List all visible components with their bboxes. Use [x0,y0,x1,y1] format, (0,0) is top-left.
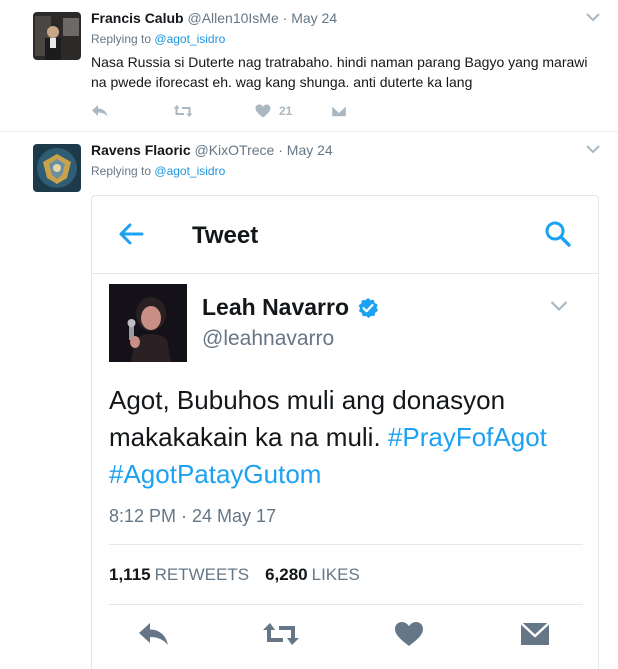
replying-to: Replying to @agot_isidro [91,32,225,46]
embedded-handle: @leahnavarro [202,327,335,350]
separator: · [282,10,288,26]
embedded-stats: 1,115 RETWEETS 6,280 LIKES [109,544,583,605]
back-arrow-icon [119,223,144,245]
search-icon [545,221,571,247]
username[interactable]: @KixOTrece [195,142,275,158]
tweet-ravens-flaoric[interactable]: Ravens Flaoric @KixOTrece · May 24 Reply… [0,132,618,669]
replying-prefix: Replying to [91,32,152,46]
embedded-fullname: Leah Navarro [202,294,350,320]
timestamp[interactable]: May 24 [291,10,337,26]
hashtag-link: #PrayFofAgot [387,422,547,452]
replying-to: Replying to @agot_isidro [91,164,225,178]
retweets-count: 1,115 [109,564,151,584]
retweet-icon [263,623,299,645]
chevron-down-icon[interactable] [586,144,600,154]
username[interactable]: @Allen10IsMe [187,10,278,26]
embedded-actions [92,621,598,661]
mention-link[interactable]: @agot_isidro [154,32,225,46]
embedded-header-title: Tweet [192,222,259,249]
retweet-button[interactable] [173,100,193,122]
chevron-down-icon [550,301,568,312]
avatar[interactable] [33,12,81,60]
tweet-header: Ravens Flaoric @KixOTrece · May 24 [91,142,333,158]
separator: · [278,142,283,158]
hashtag-link: #AgotPatayGutom [109,459,322,489]
replying-prefix: Replying to [91,164,152,178]
tweet-header: Francis Calub @Allen10IsMe · May 24 [91,10,337,26]
fullname[interactable]: Ravens Flaoric [91,142,191,158]
likes-count: 6,280 [265,564,308,584]
retweets-label: RETWEETS [154,564,250,584]
embedded-timestamp: 8:12 PM · 24 May 17 [109,506,277,526]
embedded-avatar [109,284,187,362]
avatar[interactable] [33,144,81,192]
heart-icon [395,622,423,646]
like-button[interactable]: 21 [255,100,292,122]
embedded-header-bar: Tweet [92,196,598,274]
heart-icon [255,104,271,118]
retweet-icon [173,105,193,117]
embedded-name: Leah Navarro [202,294,379,321]
tweet-text: Nasa Russia si Duterte nag tratrabaho. h… [91,54,588,90]
envelope-icon [520,622,550,645]
embedded-tweet-screenshot[interactable]: Tweet Leah Navarro @leahnavarro Agot, Bu… [91,195,599,669]
tweet-francis-calub[interactable]: Francis Calub @Allen10IsMe · May 24 Repl… [0,0,618,132]
reply-icon [92,105,108,117]
embedded-tweet-text: Agot, Bubuhos muli ang donasyon makakaka… [109,382,579,493]
like-count: 21 [279,104,293,118]
chevron-down-icon[interactable] [586,12,600,22]
direct-message-button[interactable] [331,100,347,122]
likes-label: LIKES [311,564,360,584]
tweet-actions: 21 [91,100,451,122]
timestamp[interactable]: May 24 [287,142,333,158]
mention-link[interactable]: @agot_isidro [154,164,225,178]
fullname[interactable]: Francis Calub [91,10,184,26]
reply-button[interactable] [91,100,109,122]
reply-icon [139,623,168,645]
envelope-icon [331,104,347,118]
verified-badge-icon [358,297,379,318]
